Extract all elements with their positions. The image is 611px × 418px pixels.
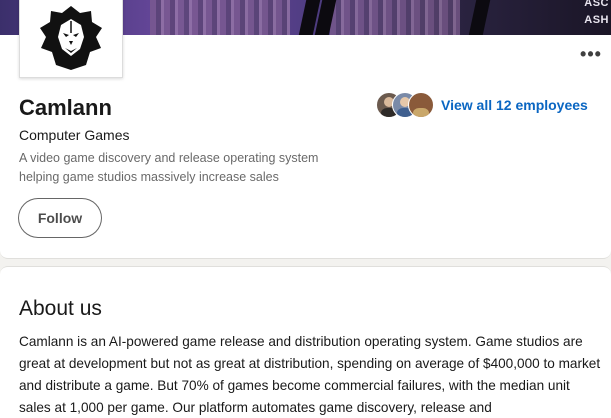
company-tagline: A video game discovery and release opera…: [19, 151, 319, 184]
cover-city-art-right: [330, 0, 460, 35]
more-options-button[interactable]: •••: [579, 44, 603, 64]
cover-stripe: [465, 0, 493, 35]
avatar: [408, 92, 434, 118]
about-description: Camlann is an AI-powered game release an…: [19, 334, 601, 415]
company-industry: Computer Games: [19, 127, 130, 143]
cover-corner-text: ASC: [584, 0, 609, 9]
company-logo[interactable]: [19, 0, 123, 78]
lion-head-logo-icon: [40, 6, 102, 70]
company-profile-card: ASC ASH ••• Camlann Computer Games A vid…: [0, 0, 611, 259]
company-name: Camlann: [19, 95, 112, 120]
cover-city-art: [150, 0, 290, 35]
follow-button[interactable]: Follow: [18, 198, 102, 238]
about-heading: About us: [19, 297, 102, 320]
view-employees-label[interactable]: View all 12 employees: [441, 97, 588, 113]
view-employees-link[interactable]: View all 12 employees: [376, 92, 588, 118]
company-page: ASC ASH ••• Camlann Computer Games A vid…: [0, 0, 611, 418]
about-section: About us Camlann is an AI-powered game r…: [0, 266, 611, 418]
employee-avatars: [376, 92, 434, 118]
cover-corner-text: ASH: [584, 14, 609, 26]
